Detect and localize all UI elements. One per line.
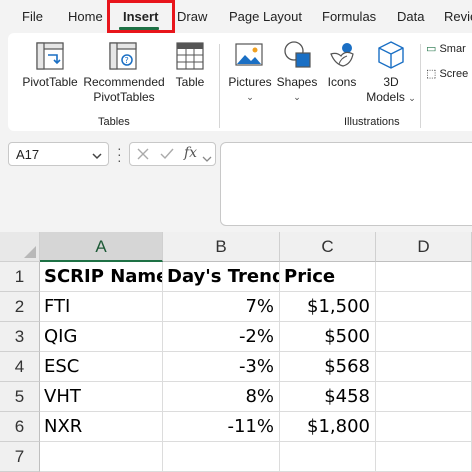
- cell-b4[interactable]: -3%: [163, 352, 280, 382]
- pivottable-icon[interactable]: [35, 41, 65, 76]
- pictures-icon[interactable]: [234, 41, 264, 74]
- cancel-x-icon[interactable]: [136, 147, 150, 166]
- column-header-b[interactable]: B: [163, 232, 280, 262]
- column-header-c[interactable]: C: [280, 232, 376, 262]
- shapes-chevron-down-icon: ⌄: [293, 92, 301, 102]
- tab-data[interactable]: Data: [397, 9, 424, 24]
- cell-c7[interactable]: [280, 442, 376, 472]
- tab-draw[interactable]: Draw: [177, 9, 207, 24]
- pictures-button[interactable]: Pictures ⌄: [226, 75, 274, 105]
- shapes-icon[interactable]: [283, 40, 313, 75]
- cell-c5[interactable]: $458: [280, 382, 376, 412]
- smartart-icon: ▭: [426, 43, 437, 55]
- formula-tools: fx: [129, 142, 216, 166]
- cell-d1[interactable]: [376, 262, 472, 292]
- tab-review[interactable]: Revie: [444, 9, 472, 24]
- 3d-models-chevron-down-icon: ⌄: [408, 93, 416, 103]
- cell-a3[interactable]: QIG: [40, 322, 163, 352]
- row-header-4[interactable]: 4: [0, 352, 40, 382]
- group-separator: [420, 44, 421, 128]
- cell-d4[interactable]: [376, 352, 472, 382]
- tab-file[interactable]: File: [22, 9, 43, 24]
- row-header-5[interactable]: 5: [0, 382, 40, 412]
- cell-c1[interactable]: Price: [280, 262, 376, 292]
- ribbon-tabs: File Home Insert Draw Page Layout Formul…: [0, 0, 472, 33]
- row-header-7[interactable]: 7: [0, 442, 40, 472]
- cell-a2[interactable]: FTI: [40, 292, 163, 322]
- table-button[interactable]: Table: [170, 75, 210, 90]
- tab-page-layout[interactable]: Page Layout: [229, 9, 302, 24]
- recommended-pivottables-button[interactable]: Recommended PivotTables: [82, 75, 166, 105]
- cell-c3[interactable]: $500: [280, 322, 376, 352]
- cell-c6[interactable]: $1,800: [280, 412, 376, 442]
- enter-check-icon[interactable]: [159, 147, 175, 166]
- cell-a4[interactable]: ESC: [40, 352, 163, 382]
- shapes-label: Shapes: [276, 75, 318, 89]
- icons-icon[interactable]: [327, 40, 357, 75]
- recommended-pivottables-icon[interactable]: ?: [108, 41, 138, 76]
- cell-d2[interactable]: [376, 292, 472, 322]
- cell-b7[interactable]: [163, 442, 280, 472]
- pictures-chevron-down-icon: ⌄: [246, 92, 254, 102]
- group-separator: [219, 44, 220, 128]
- cell-b6[interactable]: -11%: [163, 412, 280, 442]
- cell-a5[interactable]: VHT: [40, 382, 163, 412]
- cell-d7[interactable]: [376, 442, 472, 472]
- row-header-3[interactable]: 3: [0, 322, 40, 352]
- cell-b3[interactable]: -2%: [163, 322, 280, 352]
- insert-function-fx-icon[interactable]: fx: [184, 145, 197, 161]
- cell-b5[interactable]: 8%: [163, 382, 280, 412]
- icons-button[interactable]: Icons: [321, 75, 363, 90]
- 3d-models-icon[interactable]: [376, 40, 406, 75]
- recommended-label-line2: PivotTables: [93, 90, 155, 104]
- tables-group-label: Tables: [98, 116, 130, 128]
- tab-home[interactable]: Home: [68, 9, 103, 24]
- pictures-label: Pictures: [228, 75, 272, 89]
- row-header-2[interactable]: 2: [0, 292, 40, 322]
- illustrations-group-label: Illustrations: [344, 116, 400, 128]
- column-header-a[interactable]: A: [40, 232, 163, 262]
- cell-d3[interactable]: [376, 322, 472, 352]
- 3d-models-label-line1: 3D: [383, 75, 399, 89]
- column-header-d[interactable]: D: [376, 232, 472, 262]
- shapes-button[interactable]: Shapes ⌄: [276, 75, 318, 105]
- cell-a6[interactable]: NXR: [40, 412, 163, 442]
- formula-input[interactable]: [220, 142, 472, 226]
- more-options-icon[interactable]: · · ·: [117, 141, 122, 167]
- cell-a7[interactable]: [40, 442, 163, 472]
- screenshot-button[interactable]: ⬚ Scree: [426, 67, 468, 80]
- smartart-button[interactable]: ▭ Smar: [426, 42, 466, 55]
- screenshot-icon: ⬚: [426, 68, 437, 80]
- row-header-1[interactable]: 1: [0, 262, 40, 292]
- row-header-6[interactable]: 6: [0, 412, 40, 442]
- svg-text:?: ?: [125, 56, 129, 65]
- select-all-triangle-icon: [24, 246, 36, 258]
- table-icon[interactable]: [175, 41, 205, 76]
- cell-b1[interactable]: Day's Trend: [163, 262, 280, 292]
- fx-chevron-down-icon[interactable]: [202, 150, 212, 168]
- smartart-label: Smar: [439, 43, 466, 55]
- cell-a1[interactable]: SCRIP Name: [40, 262, 163, 292]
- insert-tab-highlight-box: [107, 0, 175, 33]
- name-box-chevron-down-icon[interactable]: [91, 148, 103, 166]
- cell-c4[interactable]: $568: [280, 352, 376, 382]
- cell-d5[interactable]: [376, 382, 472, 412]
- recommended-label-line1: Recommended: [83, 75, 165, 89]
- 3d-models-label-line2: Models: [366, 90, 405, 104]
- cell-b2[interactable]: 7%: [163, 292, 280, 322]
- pivottable-button[interactable]: PivotTable: [20, 75, 80, 90]
- cell-d6[interactable]: [376, 412, 472, 442]
- 3d-models-button[interactable]: 3D Models ⌄: [364, 75, 418, 106]
- tab-formulas[interactable]: Formulas: [322, 9, 376, 24]
- screenshot-label: Scree: [439, 68, 469, 80]
- cell-c2[interactable]: $1,500: [280, 292, 376, 322]
